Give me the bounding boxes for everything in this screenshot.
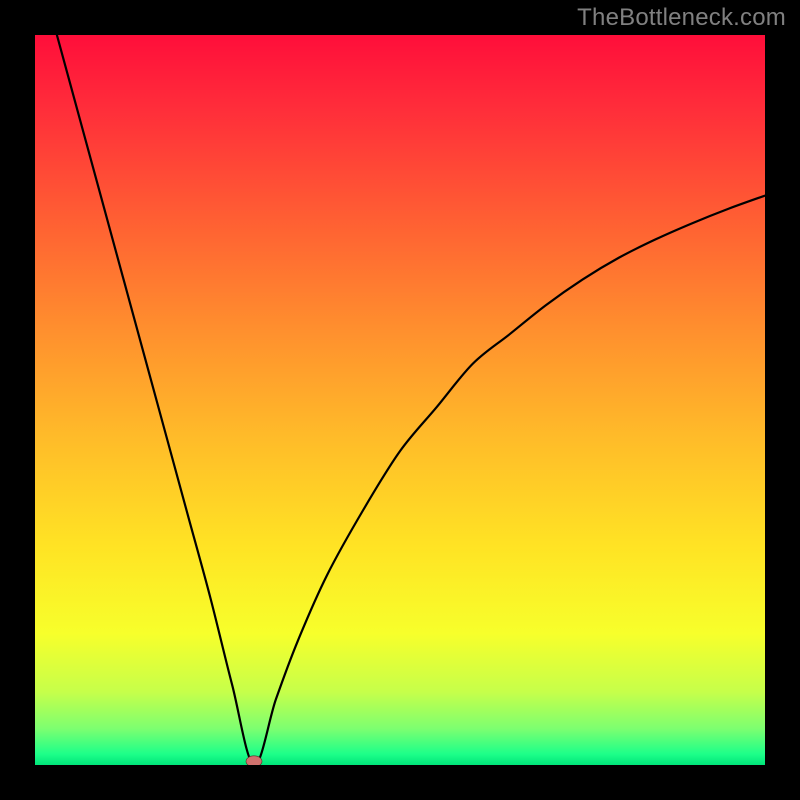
chart-frame: TheBottleneck.com [0, 0, 800, 800]
minimum-marker [246, 756, 262, 765]
watermark-text: TheBottleneck.com [577, 4, 786, 32]
gradient-background [35, 35, 765, 765]
plot-area [35, 35, 765, 765]
plot-svg [35, 35, 765, 765]
